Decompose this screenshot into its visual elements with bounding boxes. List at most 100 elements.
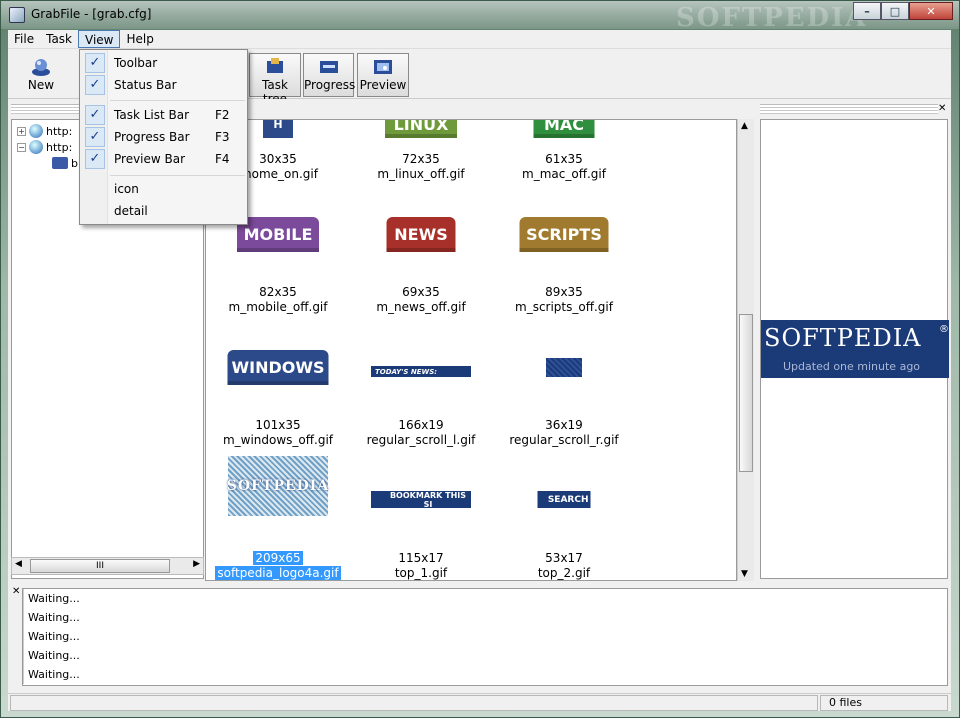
tree-item-label: b <box>71 156 78 170</box>
menu-item-label: Toolbar <box>114 56 158 70</box>
menu-item-task-list-bar[interactable]: ✓ Task List Bar F2 <box>82 104 245 126</box>
thumbnail-dims: 82x35 <box>259 285 297 299</box>
log-row: Waiting... <box>23 665 947 684</box>
folder-icon <box>52 157 68 169</box>
tree-item[interactable]: + http: <box>17 123 72 139</box>
scroll-down-icon[interactable]: ▼ <box>741 569 748 579</box>
thumbnail-filename: regular_scroll_l.gif <box>366 433 476 447</box>
preview-pane-gripper[interactable] <box>760 104 938 114</box>
thumbnail-filename: m_scripts_off.gif <box>515 300 613 314</box>
collapse-icon[interactable]: − <box>17 142 26 152</box>
thumbnail-image: LINUX <box>385 120 457 138</box>
check-icon: ✓ <box>85 75 105 95</box>
menu-help[interactable]: Help <box>120 30 159 48</box>
menu-item-label: Progress Bar <box>114 130 190 144</box>
menu-task[interactable]: Task <box>40 30 78 48</box>
new-button[interactable]: New <box>11 53 71 97</box>
tree-item[interactable]: − http: <box>17 139 72 155</box>
log-row: Waiting... <box>23 627 947 646</box>
status-file-count: 0 files <box>820 695 948 711</box>
menu-separator <box>110 175 245 176</box>
thumbnail-image <box>546 358 582 377</box>
menu-file[interactable]: File <box>8 30 40 48</box>
preview-pane-close-icon[interactable]: ✕ <box>938 103 946 114</box>
grid-vertical-scrollbar[interactable]: ▲ ▼ <box>737 119 754 581</box>
preview-button[interactable]: Preview <box>357 53 409 97</box>
window-title: GrabFile - [grab.cfg] <box>31 7 152 21</box>
menu-item-label: Status Bar <box>114 78 177 92</box>
task-tree-button[interactable]: Task tree <box>249 53 301 106</box>
thumbnail-item[interactable]: SEARCH 53x17 top_2.gif <box>492 491 636 580</box>
globe-icon <box>29 124 43 138</box>
menu-item-label: icon <box>114 182 139 196</box>
check-icon: ✓ <box>85 53 105 73</box>
scroll-thumb[interactable]: III <box>30 559 170 573</box>
menu-item-label: Task List Bar <box>114 108 190 122</box>
check-icon: ✓ <box>85 149 105 169</box>
menu-item-shortcut: F4 <box>215 152 230 166</box>
tree-horizontal-scrollbar[interactable]: ◀ III ▶ <box>11 557 204 575</box>
maximize-button[interactable]: □ <box>881 2 909 20</box>
view-menu-dropdown: ✓ Toolbar ✓ Status Bar ✓ Task List Bar F… <box>79 49 248 225</box>
menu-item-icon-view[interactable]: icon <box>82 178 245 200</box>
preview-pane: SOFTPEDIA ® Updated one minute ago <box>760 119 949 579</box>
scroll-left-icon[interactable]: ◀ <box>15 559 22 569</box>
log-pane-close-icon[interactable]: ✕ <box>12 586 20 597</box>
tree-item[interactable]: b <box>52 155 78 171</box>
minimize-icon: – <box>864 4 870 18</box>
log-row: Waiting... <box>23 608 947 627</box>
thumbnail-item[interactable]: BOOKMARK THIS SI 115x17 top_1.gif <box>349 491 493 580</box>
scroll-up-icon[interactable]: ▲ <box>741 121 748 131</box>
menu-separator <box>110 100 245 101</box>
thumbnail-item-selected[interactable]: SOFTPEDIA 209x65 softpedia_logo4a.gif <box>206 456 350 580</box>
scroll-right-icon[interactable]: ▶ <box>193 559 200 569</box>
close-button[interactable]: ✕ <box>909 2 953 20</box>
menu-item-status-bar[interactable]: ✓ Status Bar <box>82 74 245 96</box>
watermark: SOFTPEDIA <box>676 3 868 33</box>
thumbnail-dims: 101x35 <box>255 418 301 432</box>
progress-button[interactable]: Progress <box>303 53 355 97</box>
scroll-thumb[interactable] <box>739 314 753 472</box>
thumbnail-filename: m_mac_off.gif <box>522 167 606 181</box>
thumbnail-filename: top_1.gif <box>394 566 448 580</box>
thumbnail-image: SCRIPTS <box>519 217 609 252</box>
preview-logo-text: SOFTPEDIA <box>764 324 922 352</box>
status-section <box>10 695 818 711</box>
thumbnail-filename: m_windows_off.gif <box>222 433 334 447</box>
globe-icon <box>29 140 43 154</box>
new-task-icon <box>32 59 50 76</box>
title-bar[interactable]: GrabFile - [grab.cfg] SOFTPEDIA – □ ✕ <box>1 1 959 33</box>
preview-label: Preview <box>359 78 407 92</box>
status-bar: 0 files <box>8 693 951 711</box>
thumbnail-filename: softpedia_logo4a.gif <box>215 566 341 580</box>
new-label: New <box>27 78 55 92</box>
thumbnail-dims: 166x19 <box>398 418 444 432</box>
menu-item-detail-view[interactable]: detail <box>82 200 245 222</box>
expand-icon[interactable]: + <box>17 126 26 136</box>
thumbnail-filename: m_news_off.gif <box>376 300 466 314</box>
thumbnail-filename: m_mobile_off.gif <box>228 300 328 314</box>
thumbnail-dims: 209x65 <box>253 551 303 565</box>
thumbnail-grid: H 30x35 _home_on.gif LINUX 72x35 m_linux… <box>205 119 737 581</box>
menu-item-label: detail <box>114 204 148 218</box>
menu-item-toolbar[interactable]: ✓ Toolbar <box>82 52 245 74</box>
thumbnail-image: WINDOWS <box>227 350 329 385</box>
close-icon: ✕ <box>926 4 936 18</box>
thumbnail-dims: 89x35 <box>545 285 583 299</box>
menu-item-label: Preview Bar <box>114 152 186 166</box>
menu-item-progress-bar[interactable]: ✓ Progress Bar F3 <box>82 126 245 148</box>
app-icon <box>9 7 25 23</box>
check-icon: ✓ <box>85 127 105 147</box>
menu-bar: File Task View Help <box>8 30 951 49</box>
thumbnail-dims: 61x35 <box>545 152 583 166</box>
menu-view[interactable]: View <box>78 30 121 48</box>
check-icon: ✓ <box>85 105 105 125</box>
maximize-icon: □ <box>889 4 901 18</box>
preview-logo-tagline: Updated one minute ago <box>783 360 921 373</box>
minimize-button[interactable]: – <box>853 2 881 20</box>
menu-item-preview-bar[interactable]: ✓ Preview Bar F4 <box>82 148 245 170</box>
thumbnail-filename: top_2.gif <box>537 566 591 580</box>
thumbnail-image: SOFTPEDIA <box>227 456 328 516</box>
thumbnail-image: MOBILE <box>237 217 319 252</box>
preview-icon <box>374 60 392 74</box>
